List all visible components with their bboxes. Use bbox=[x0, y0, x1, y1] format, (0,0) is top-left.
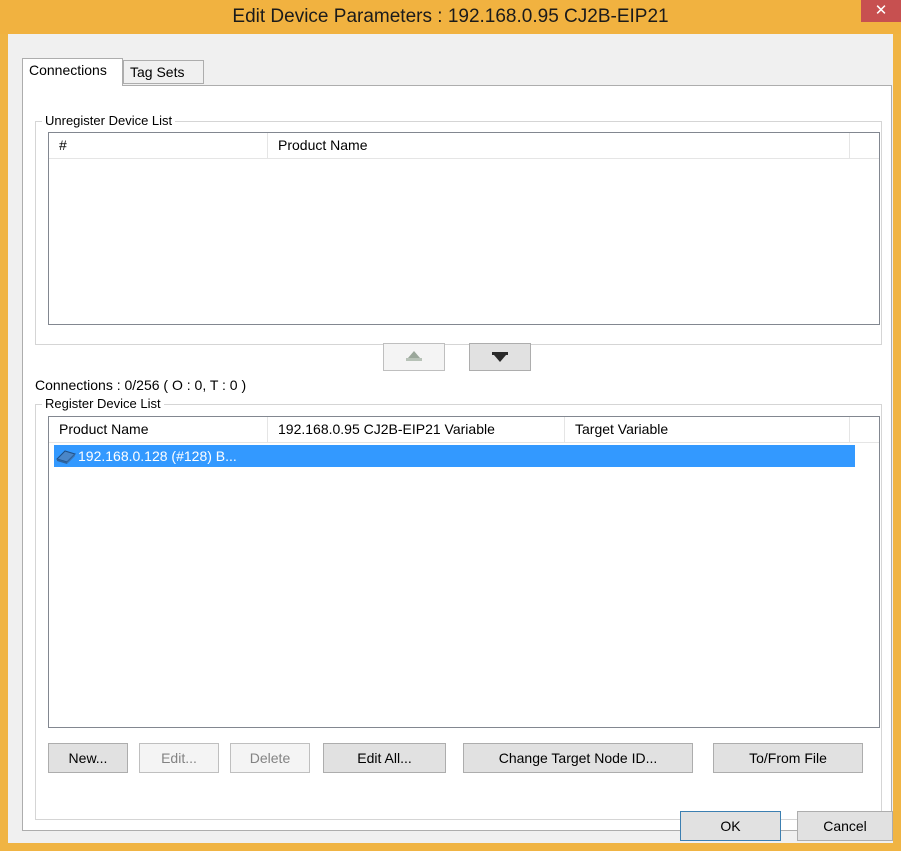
close-icon: ✕ bbox=[874, 2, 888, 19]
new-button[interactable]: New... bbox=[48, 743, 128, 773]
tab-connections[interactable]: Connections bbox=[22, 58, 123, 86]
column-target-variable[interactable]: Target Variable bbox=[565, 417, 850, 443]
register-device-list-label: Register Device List bbox=[42, 396, 164, 411]
connections-panel: Unregister Device List # Product Name Co… bbox=[22, 85, 892, 831]
table-row[interactable]: 192.168.0.128 (#128) B... bbox=[54, 445, 855, 467]
unregister-device-list[interactable]: # Product Name bbox=[48, 132, 880, 325]
tab-tag-sets[interactable]: Tag Sets bbox=[123, 60, 204, 84]
cancel-button[interactable]: Cancel bbox=[797, 811, 893, 841]
delete-button[interactable]: Delete bbox=[230, 743, 310, 773]
column-variable[interactable]: 192.168.0.95 CJ2B-EIP21 Variable bbox=[268, 417, 565, 443]
edit-button[interactable]: Edit... bbox=[139, 743, 219, 773]
to-from-file-button[interactable]: To/From File bbox=[713, 743, 863, 773]
change-target-node-id-button[interactable]: Change Target Node ID... bbox=[463, 743, 693, 773]
unregister-device-list-label: Unregister Device List bbox=[42, 113, 176, 128]
move-down-icon bbox=[492, 352, 508, 362]
close-button[interactable]: ✕ bbox=[861, 0, 901, 22]
move-to-register-button[interactable] bbox=[469, 343, 531, 371]
device-product-name: 192.168.0.128 (#128) B... bbox=[78, 448, 237, 464]
column-product-name[interactable]: Product Name bbox=[49, 417, 268, 443]
column-number[interactable]: # bbox=[49, 133, 268, 159]
dialog-window: Edit Device Parameters : 192.168.0.95 CJ… bbox=[0, 0, 901, 851]
window-title: Edit Device Parameters : 192.168.0.95 CJ… bbox=[232, 6, 669, 27]
move-to-unregister-button[interactable] bbox=[383, 343, 445, 371]
ok-button[interactable]: OK bbox=[680, 811, 781, 841]
title-bar[interactable]: Edit Device Parameters : 192.168.0.95 CJ… bbox=[0, 0, 901, 34]
device-icon bbox=[56, 450, 76, 464]
column-product-name[interactable]: Product Name bbox=[268, 133, 850, 159]
register-device-list[interactable]: Product Name 192.168.0.95 CJ2B-EIP21 Var… bbox=[48, 416, 880, 728]
unregister-list-header: # Product Name bbox=[49, 133, 879, 159]
register-list-header: Product Name 192.168.0.95 CJ2B-EIP21 Var… bbox=[49, 417, 879, 443]
move-up-icon bbox=[406, 351, 422, 361]
dialog-client: Connections Tag Sets Unregister Device L… bbox=[8, 34, 893, 843]
connections-count: Connections : 0/256 ( O : 0, T : 0 ) bbox=[35, 377, 247, 393]
edit-all-button[interactable]: Edit All... bbox=[323, 743, 446, 773]
